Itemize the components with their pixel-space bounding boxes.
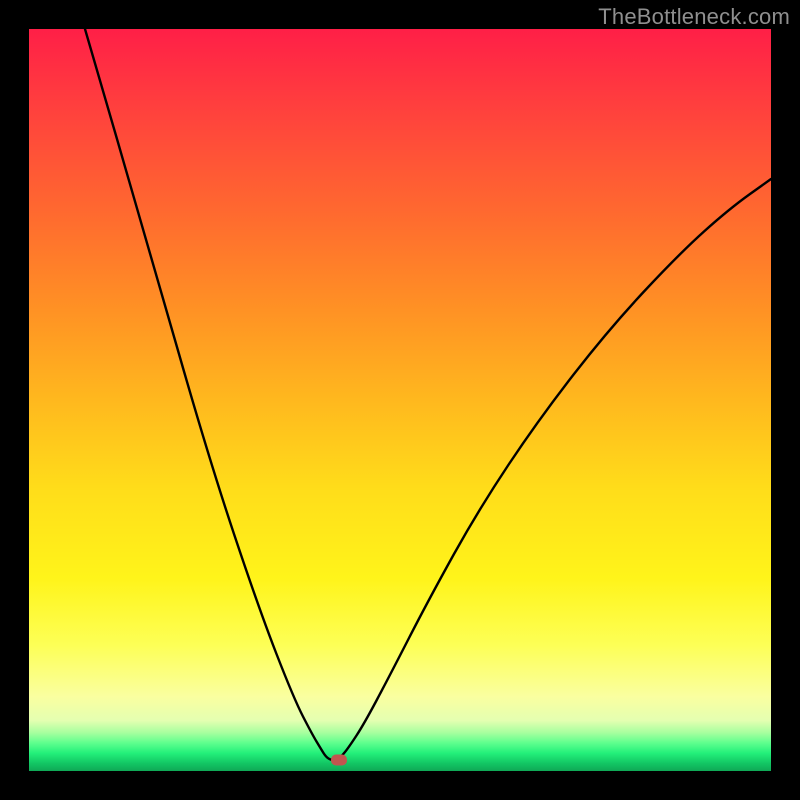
watermark-text: TheBottleneck.com bbox=[598, 4, 790, 30]
chart-frame bbox=[29, 29, 771, 771]
chart-curve bbox=[29, 29, 771, 771]
chart-marker bbox=[331, 755, 347, 766]
